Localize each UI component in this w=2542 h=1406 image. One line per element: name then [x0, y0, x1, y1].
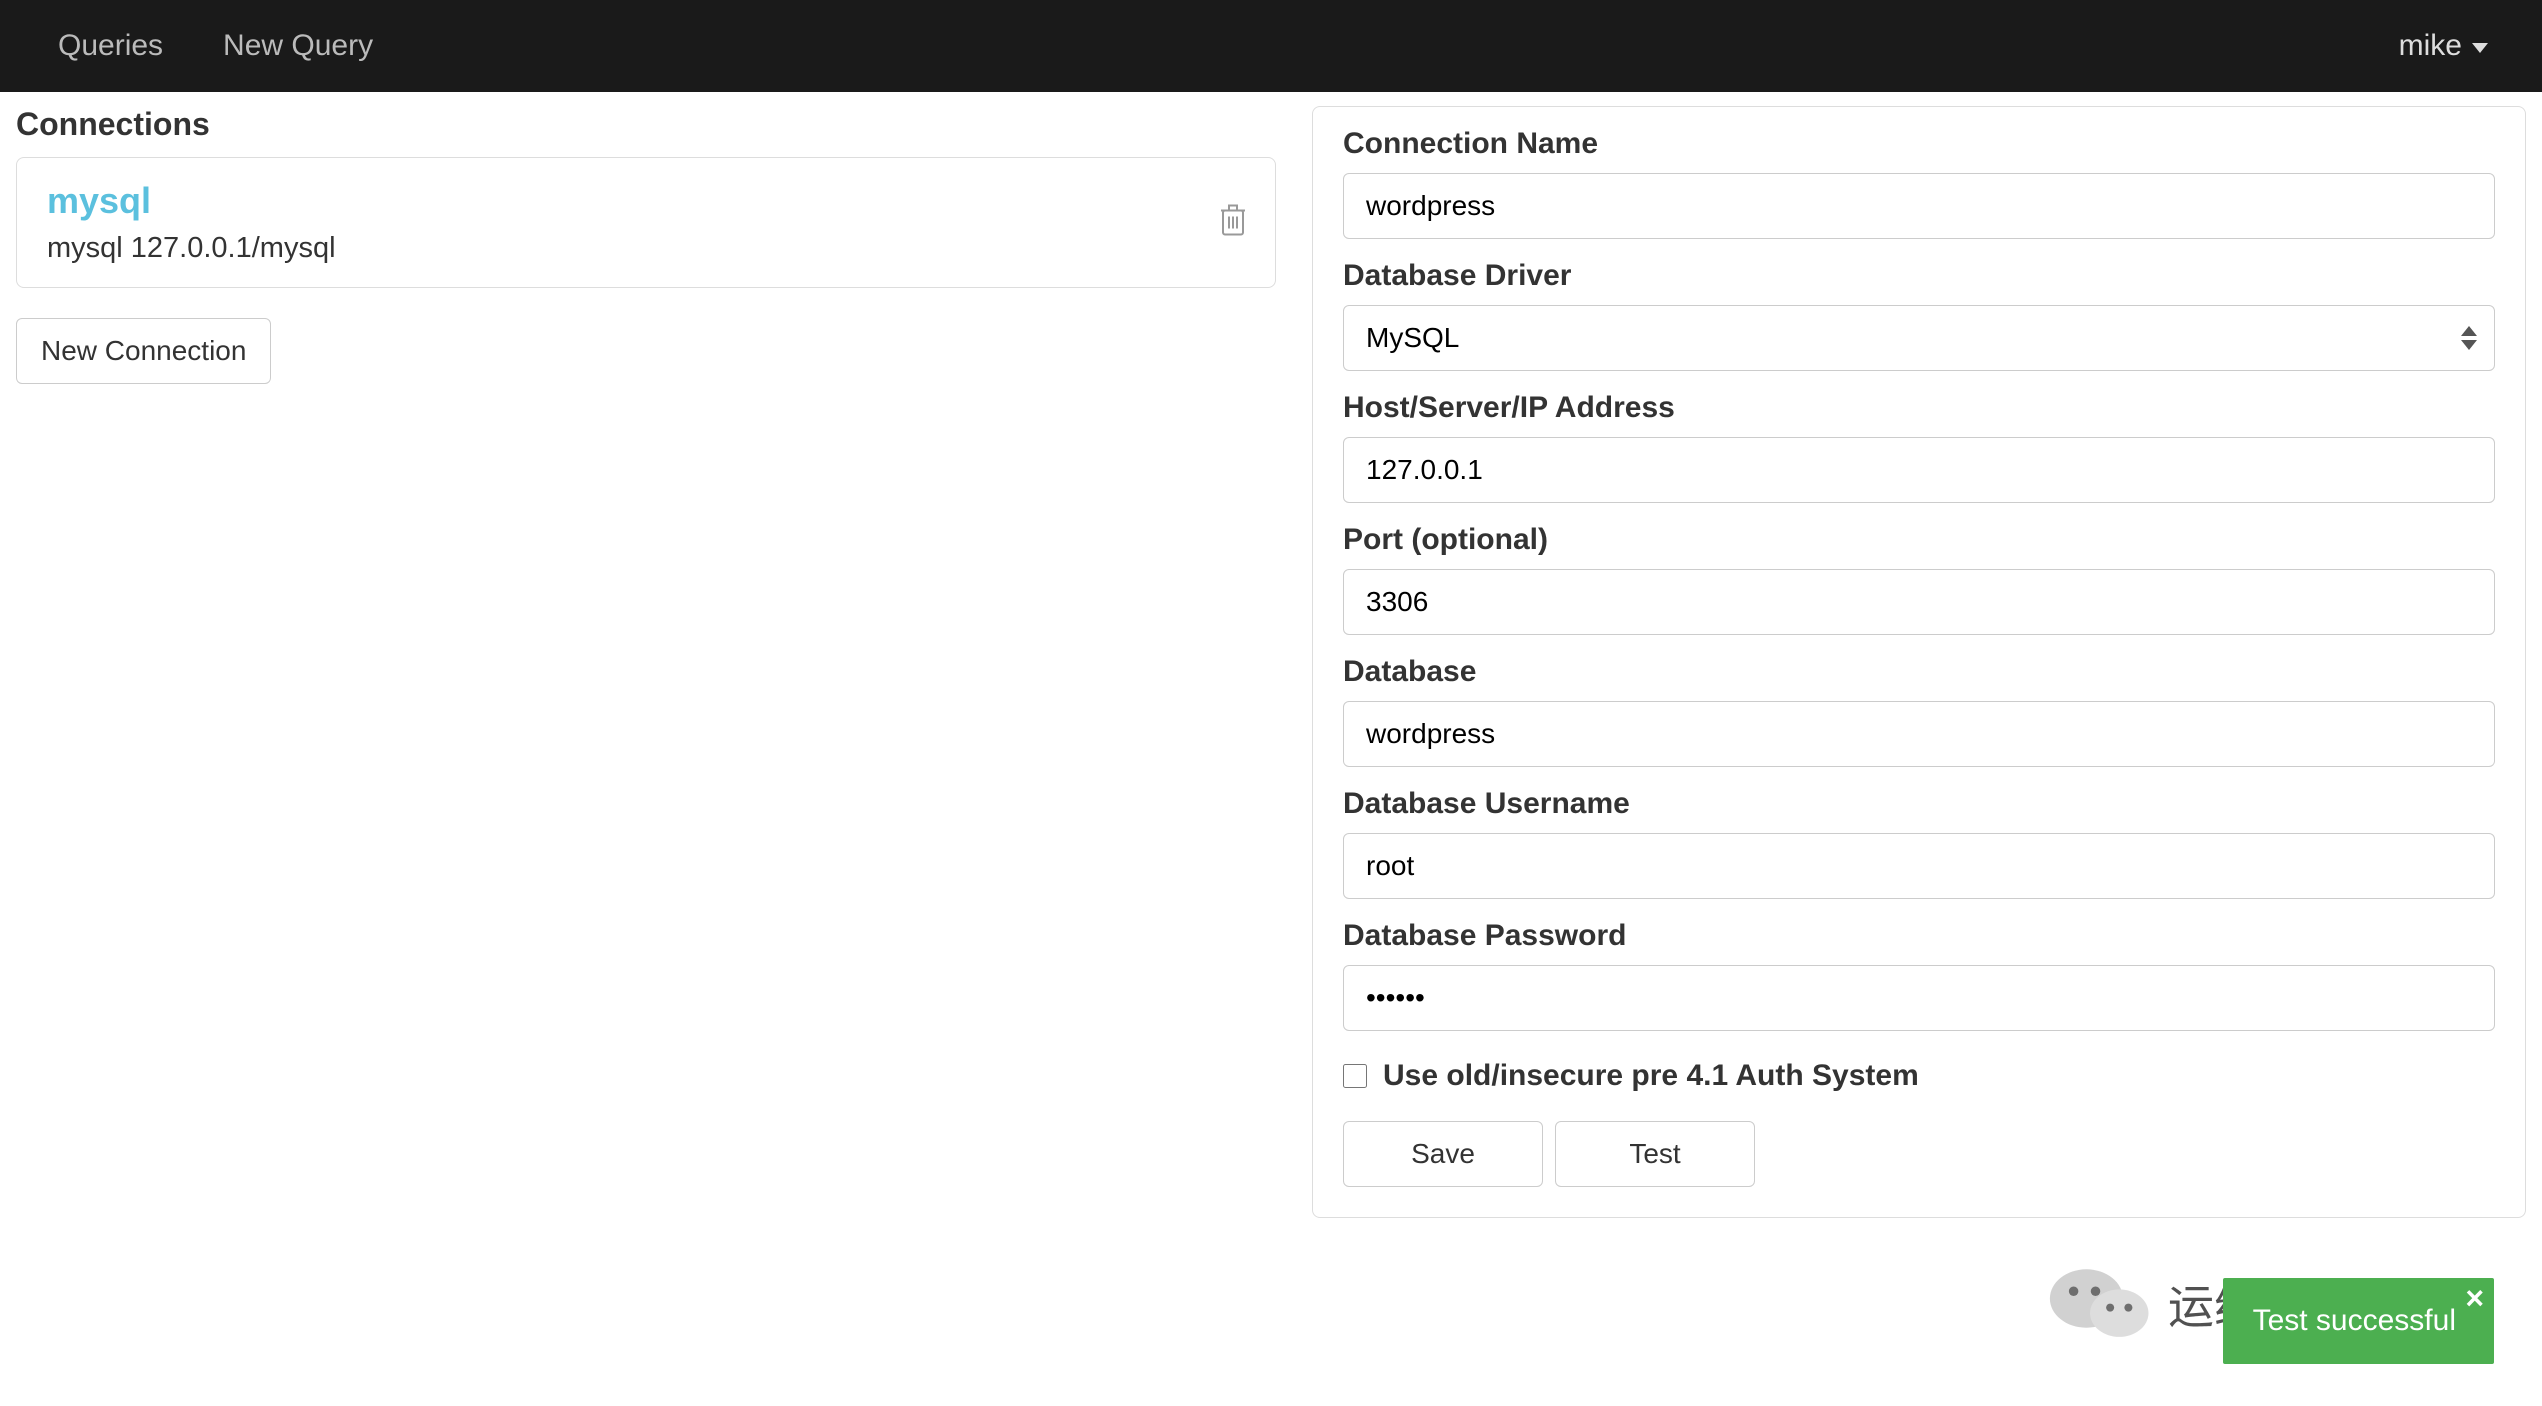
port-label: Port (optional) [1343, 523, 2495, 557]
test-button[interactable]: Test [1555, 1121, 1755, 1187]
nav-new-query[interactable]: New Query [193, 1, 403, 91]
nav-queries[interactable]: Queries [28, 1, 193, 91]
port-input[interactable] [1343, 569, 2495, 635]
connections-column: Connections mysql mysql 127.0.0.1/mysql … [16, 106, 1276, 1218]
close-icon[interactable]: × [2465, 1282, 2484, 1314]
toast-message: Test successful [2253, 1304, 2456, 1337]
connections-heading: Connections [16, 106, 1276, 143]
caret-down-icon [2472, 43, 2488, 53]
trash-icon[interactable] [1219, 202, 1247, 243]
save-button[interactable]: Save [1343, 1121, 1543, 1187]
wechat-icon [2046, 1262, 2156, 1346]
connection-form: Connection Name Database Driver Host/Ser… [1312, 106, 2526, 1218]
password-label: Database Password [1343, 919, 2495, 953]
top-navbar: Queries New Query mike [0, 0, 2542, 92]
username-label: Database Username [1343, 787, 2495, 821]
old-auth-checkbox[interactable] [1343, 1064, 1367, 1088]
database-input[interactable] [1343, 701, 2495, 767]
driver-label: Database Driver [1343, 259, 2495, 293]
username-input[interactable] [1343, 833, 2495, 899]
nav-left: Queries New Query [28, 1, 403, 91]
user-name: mike [2399, 29, 2462, 63]
driver-select[interactable] [1343, 305, 2495, 371]
new-connection-button[interactable]: New Connection [16, 318, 271, 384]
content: Connections mysql mysql 127.0.0.1/mysql … [0, 92, 2542, 1218]
conn-name-label: Connection Name [1343, 127, 2495, 161]
connection-name-link[interactable]: mysql [47, 180, 1245, 222]
host-label: Host/Server/IP Address [1343, 391, 2495, 425]
host-input[interactable] [1343, 437, 2495, 503]
connection-card: mysql mysql 127.0.0.1/mysql [16, 157, 1276, 288]
database-label: Database [1343, 655, 2495, 689]
old-auth-label[interactable]: Use old/insecure pre 4.1 Auth System [1383, 1059, 1919, 1093]
conn-name-input[interactable] [1343, 173, 2495, 239]
connection-detail: mysql 127.0.0.1/mysql [47, 232, 1245, 265]
user-menu[interactable]: mike [2399, 29, 2514, 63]
toast-success: Test successful × [2223, 1278, 2494, 1364]
form-column: Connection Name Database Driver Host/Ser… [1312, 106, 2526, 1218]
password-input[interactable] [1343, 965, 2495, 1031]
